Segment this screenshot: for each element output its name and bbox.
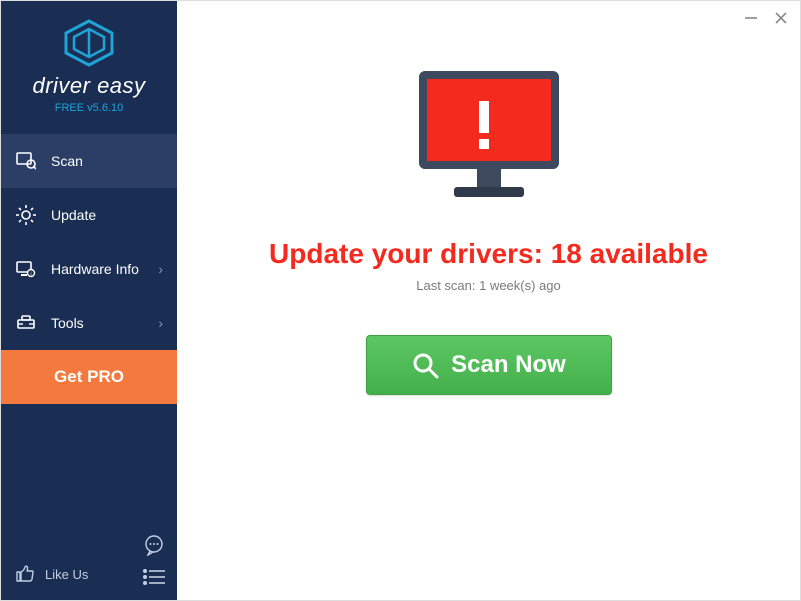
alert-monitor-icon: [399, 61, 579, 216]
nav-item-tools[interactable]: Tools ›: [1, 296, 177, 350]
hardware-icon: i: [15, 258, 37, 280]
window-controls: [744, 11, 788, 28]
scan-now-label: Scan Now: [451, 351, 566, 379]
nav-label: Hardware Info: [51, 261, 139, 277]
app-version: FREE v5.6.10: [1, 102, 177, 114]
tools-icon: [15, 312, 37, 334]
gear-icon: [15, 204, 37, 226]
scan-icon: [15, 150, 37, 172]
sidebar-bottom: Like Us: [1, 549, 177, 600]
thumbs-up-icon[interactable]: [15, 563, 35, 586]
chevron-right-icon: ›: [158, 261, 163, 277]
headline-prefix: Update your drivers:: [269, 238, 551, 269]
chevron-right-icon: ›: [158, 315, 163, 331]
nav-item-hardware-info[interactable]: i Hardware Info ›: [1, 242, 177, 296]
scan-now-button[interactable]: Scan Now: [366, 335, 612, 395]
get-pro-button[interactable]: Get PRO: [1, 350, 177, 404]
headline-suffix: available: [582, 238, 708, 269]
close-button[interactable]: [774, 11, 788, 28]
nav-item-scan[interactable]: Scan: [1, 134, 177, 188]
nav-label: Tools: [51, 315, 84, 331]
logo-area: driver easy FREE v5.6.10: [1, 1, 177, 126]
nav-item-update[interactable]: Update: [1, 188, 177, 242]
main-panel: Update your drivers: 18 available Last s…: [177, 1, 800, 600]
svg-text:i: i: [30, 272, 31, 278]
feedback-icon[interactable]: [143, 534, 165, 559]
last-scan-text: Last scan: 1 week(s) ago: [416, 278, 561, 293]
nav: Scan Update i Hardware Info › Tools › Ge…: [1, 134, 177, 404]
nav-label: Update: [51, 207, 96, 223]
search-icon: [411, 351, 439, 379]
get-pro-label: Get PRO: [54, 367, 124, 387]
headline: Update your drivers: 18 available: [269, 238, 708, 270]
like-us-label[interactable]: Like Us: [45, 567, 88, 582]
app-name: driver easy: [1, 73, 177, 99]
app-logo-icon: [62, 19, 116, 67]
sidebar: driver easy FREE v5.6.10 Scan Update i H…: [1, 1, 177, 600]
nav-label: Scan: [51, 153, 83, 169]
minimize-button[interactable]: [744, 11, 758, 28]
menu-icon[interactable]: [143, 569, 165, 588]
available-count: 18: [551, 238, 582, 269]
